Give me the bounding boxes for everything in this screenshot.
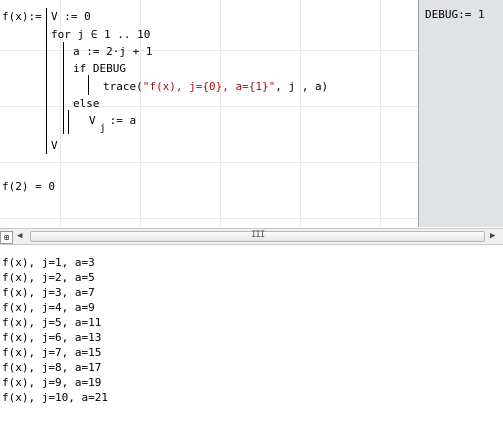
vassign-subscript: j <box>99 123 106 134</box>
trace-line: f(x), j=8, a=17 <box>2 361 102 374</box>
trace-prefix: trace( <box>103 80 143 93</box>
scroll-left-icon[interactable]: ◀ <box>17 231 22 241</box>
line-init[interactable]: V := 0 <box>51 10 91 23</box>
program-bar-outer <box>46 8 47 154</box>
line-trace[interactable]: trace("f(x), j={0}, a={1}", j , a) <box>103 80 328 93</box>
program-bar-else <box>68 110 69 134</box>
line-vassign[interactable]: Vj:= a <box>89 114 137 134</box>
line-assign[interactable]: a := 2·j + 1 <box>73 45 152 58</box>
trace-line: f(x), j=9, a=19 <box>2 376 102 389</box>
trace-line: f(x), j=4, a=9 <box>2 301 95 314</box>
trace-args: , j , a) <box>275 80 329 93</box>
scrollbar-thumb[interactable]: III <box>30 230 485 242</box>
grip-icon: III <box>251 230 265 240</box>
vassign-v: V <box>89 114 96 127</box>
function-name[interactable]: f(x):= <box>2 10 42 23</box>
trace-line: f(x), j=5, a=11 <box>2 316 102 329</box>
vassign-rest: := a <box>109 114 137 127</box>
trace-line: f(x), j=6, a=13 <box>2 331 102 344</box>
program-bar-if <box>88 75 89 95</box>
line-return[interactable]: V <box>51 139 58 152</box>
horizontal-scrollbar[interactable]: ⊞ ◀ III ▶ <box>0 228 503 245</box>
trace-line: f(x), j=3, a=7 <box>2 286 95 299</box>
trace-line: f(x), j=10, a=21 <box>2 391 108 404</box>
program-bar-for <box>63 42 64 134</box>
scroll-right-icon[interactable]: ▶ <box>490 231 495 241</box>
side-region[interactable]: DEBUG:= 1 <box>418 0 503 227</box>
debug-definition[interactable]: DEBUG:= 1 <box>425 8 485 21</box>
worksheet-area[interactable]: DEBUG:= 1 f(x):= V := 0 for j ∈ 1 .. 10 … <box>0 0 503 227</box>
line-else[interactable]: else <box>73 97 100 110</box>
trace-string: "f(x), j={0}, a={1}" <box>142 80 276 93</box>
trace-line: f(x), j=1, a=3 <box>2 256 95 269</box>
trace-line: f(x), j=2, a=5 <box>2 271 95 284</box>
line-for[interactable]: for j ∈ 1 .. 10 <box>51 28 150 41</box>
trace-line: f(x), j=7, a=15 <box>2 346 102 359</box>
evaluation[interactable]: f(2) = 0 <box>2 180 55 193</box>
split-pane-icon[interactable]: ⊞ <box>0 231 13 244</box>
line-if[interactable]: if DEBUG <box>73 62 126 75</box>
